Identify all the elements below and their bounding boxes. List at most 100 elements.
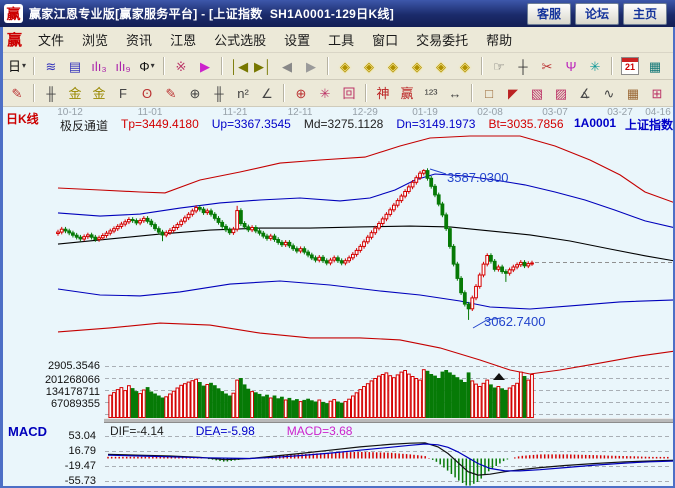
- square-target-icon[interactable]: 回: [338, 82, 360, 104]
- indicator-up: Up=3367.3545: [212, 117, 291, 134]
- candle-style-icon[interactable]: Φ▾: [136, 55, 158, 77]
- application-window: 赢 赢家江恩专业版[赢家服务平台] - [上证指数 SH1A0001-129日K…: [0, 0, 675, 488]
- menu-item-window[interactable]: 窗口: [363, 30, 407, 49]
- spiral-icon[interactable]: ʘ: [136, 82, 158, 104]
- compress-diamond-icon[interactable]: ◈: [382, 55, 404, 77]
- customer-service-button[interactable]: 客服: [527, 3, 571, 25]
- expand-diamond-icon[interactable]: ◈: [406, 55, 428, 77]
- flag-icon[interactable]: ▶: [194, 55, 216, 77]
- first-page-icon[interactable]: │◀: [228, 55, 250, 77]
- square-n2-icon[interactable]: n²: [232, 82, 254, 104]
- volume-marker-triangle: [493, 373, 505, 380]
- indicator-md: Md=3275.1128: [304, 117, 384, 134]
- title-bar: 赢 赢家江恩专业版[赢家服务平台] - [上证指数 SH1A0001-129日K…: [0, 0, 675, 27]
- high-price-annotation: 3587.0300: [447, 170, 508, 185]
- symbol-code: 1A0001: [574, 116, 616, 133]
- volume-axis-label-1: 201268066: [0, 374, 100, 386]
- last-page-icon[interactable]: ▶│: [252, 55, 274, 77]
- menu-item-help[interactable]: 帮助: [477, 30, 521, 49]
- shift-left-diamond-icon[interactable]: ◈: [334, 55, 356, 77]
- menu-item-file[interactable]: 文件: [29, 30, 73, 49]
- channel-lines: [58, 136, 675, 374]
- chart-3min-icon[interactable]: ılı₃: [88, 55, 110, 77]
- menu-items: 文件浏览资讯江恩公式选股设置工具窗口交易委托帮助: [29, 30, 521, 49]
- draw-brush-icon[interactable]: ✎: [6, 82, 28, 104]
- prev-page-icon[interactable]: ◀: [276, 55, 298, 77]
- gann-ruler-icon[interactable]: ╫: [40, 82, 62, 104]
- gann-box-icon[interactable]: ▨: [550, 82, 572, 104]
- circle-cycle-icon[interactable]: ⊕: [184, 82, 206, 104]
- gold-grid-icon[interactable]: 金: [64, 82, 86, 104]
- trend-angle-icon[interactable]: ∡: [574, 82, 596, 104]
- macd-scale-1: 53.04: [0, 430, 96, 442]
- app-logo-icon: 赢: [4, 4, 23, 23]
- indicator-readout: 极反通道 Tp=3449.4180 Up=3367.3545 Md=3275.1…: [60, 117, 564, 134]
- toolbar-separator: [481, 57, 483, 75]
- toolbar-separator: [33, 84, 35, 102]
- cut-measure-icon[interactable]: ✂: [536, 55, 558, 77]
- star-grid-icon[interactable]: ✳: [314, 82, 336, 104]
- low-price-annotation: 3062.7400: [484, 314, 545, 329]
- volume-axis-label-3: 67089355: [0, 398, 100, 410]
- chart-9min-icon[interactable]: ılı₉: [112, 55, 134, 77]
- forum-button[interactable]: 论坛: [575, 3, 619, 25]
- zigzag-icon[interactable]: ∿: [598, 82, 620, 104]
- fan-lines-icon[interactable]: ◤: [502, 82, 524, 104]
- price-axis-bottom-label: 2905.3546: [0, 360, 100, 372]
- indicator-bt: Bt=3035.7856: [488, 117, 563, 134]
- gold-grid2-icon[interactable]: 金: [88, 82, 110, 104]
- grid-tool-icon[interactable]: ▦: [622, 82, 644, 104]
- indicator-name: 极反通道: [60, 117, 108, 134]
- menu-item-formula-stock-pick[interactable]: 公式选股: [205, 30, 275, 49]
- draw-brush2-icon[interactable]: ✎: [160, 82, 182, 104]
- full-view-diamond-icon[interactable]: ◈: [454, 55, 476, 77]
- crosshair-icon[interactable]: ┼: [512, 55, 534, 77]
- shen-tool-icon[interactable]: 神: [372, 82, 394, 104]
- angle-tool-icon[interactable]: ∠: [256, 82, 278, 104]
- menu-item-gann[interactable]: 江恩: [161, 30, 205, 49]
- macd-readout: DIF=-4.14 DEA=-5.98 MACD=3.68: [110, 424, 352, 438]
- tool-psi-icon[interactable]: Ψ: [560, 55, 582, 77]
- macd-bar-value: MACD=3.68: [287, 424, 353, 438]
- gann-fan-icon[interactable]: ▧: [526, 82, 548, 104]
- fibonacci-icon[interactable]: F: [112, 82, 134, 104]
- period-label: 日K线: [6, 110, 39, 127]
- pattern-color-icon[interactable]: ※: [170, 55, 192, 77]
- vertical-scale-diamond-icon[interactable]: ◈: [430, 55, 452, 77]
- panel-splitter[interactable]: [104, 418, 675, 423]
- toolbar-separator: [365, 84, 367, 102]
- hand-drag-icon[interactable]: ☞: [488, 55, 510, 77]
- rect-tool-icon[interactable]: □: [478, 82, 500, 104]
- toolbar-drawing: ✎╫金金Fʘ✎⊕╫n²∠⊕✳回神赢¹²³↔□◤▧▨∡∿▦⊞∥: [0, 80, 675, 107]
- ruler-123-icon[interactable]: ¹²³: [420, 82, 442, 104]
- grid-arrow-icon[interactable]: ⊞: [646, 82, 668, 104]
- menu-logo-icon: 赢: [7, 29, 22, 50]
- toolbar-separator: [221, 57, 223, 75]
- shift-right-diamond-icon[interactable]: ◈: [358, 55, 380, 77]
- win-tool-icon[interactable]: 赢: [396, 82, 418, 104]
- compass-icon[interactable]: ⊕: [290, 82, 312, 104]
- toolbar-separator: [611, 57, 613, 75]
- symbol-readout: 1A0001 上证指数: [574, 116, 673, 133]
- width-measure-icon[interactable]: ↔: [444, 82, 466, 104]
- pattern-search-icon[interactable]: ≋: [40, 55, 62, 77]
- calendar-icon[interactable]: 21: [621, 57, 639, 75]
- home-button[interactable]: 主页: [623, 3, 667, 25]
- menu-item-news[interactable]: 资讯: [117, 30, 161, 49]
- analysis-icon[interactable]: ✳: [584, 55, 606, 77]
- calculator-icon[interactable]: ▦: [644, 55, 666, 77]
- next-page-icon[interactable]: ▶: [300, 55, 322, 77]
- window-border-left: [0, 27, 3, 488]
- menu-item-trade[interactable]: 交易委托: [407, 30, 477, 49]
- indicator-tp: Tp=3449.4180: [121, 117, 199, 134]
- macd-dea-value: DEA=-5.98: [196, 424, 255, 438]
- info-f10-icon[interactable]: ▤: [64, 55, 86, 77]
- symbol-name: 上证指数: [625, 116, 673, 133]
- menu-item-browse[interactable]: 浏览: [73, 30, 117, 49]
- toolbar-separator: [327, 57, 329, 75]
- kline-period-icon[interactable]: 日▾: [6, 55, 28, 77]
- gann-ruler2-icon[interactable]: ╫: [208, 82, 230, 104]
- menu-item-tools[interactable]: 工具: [319, 30, 363, 49]
- macd-scale-2: 16.79: [0, 445, 96, 457]
- menu-item-settings[interactable]: 设置: [275, 30, 319, 49]
